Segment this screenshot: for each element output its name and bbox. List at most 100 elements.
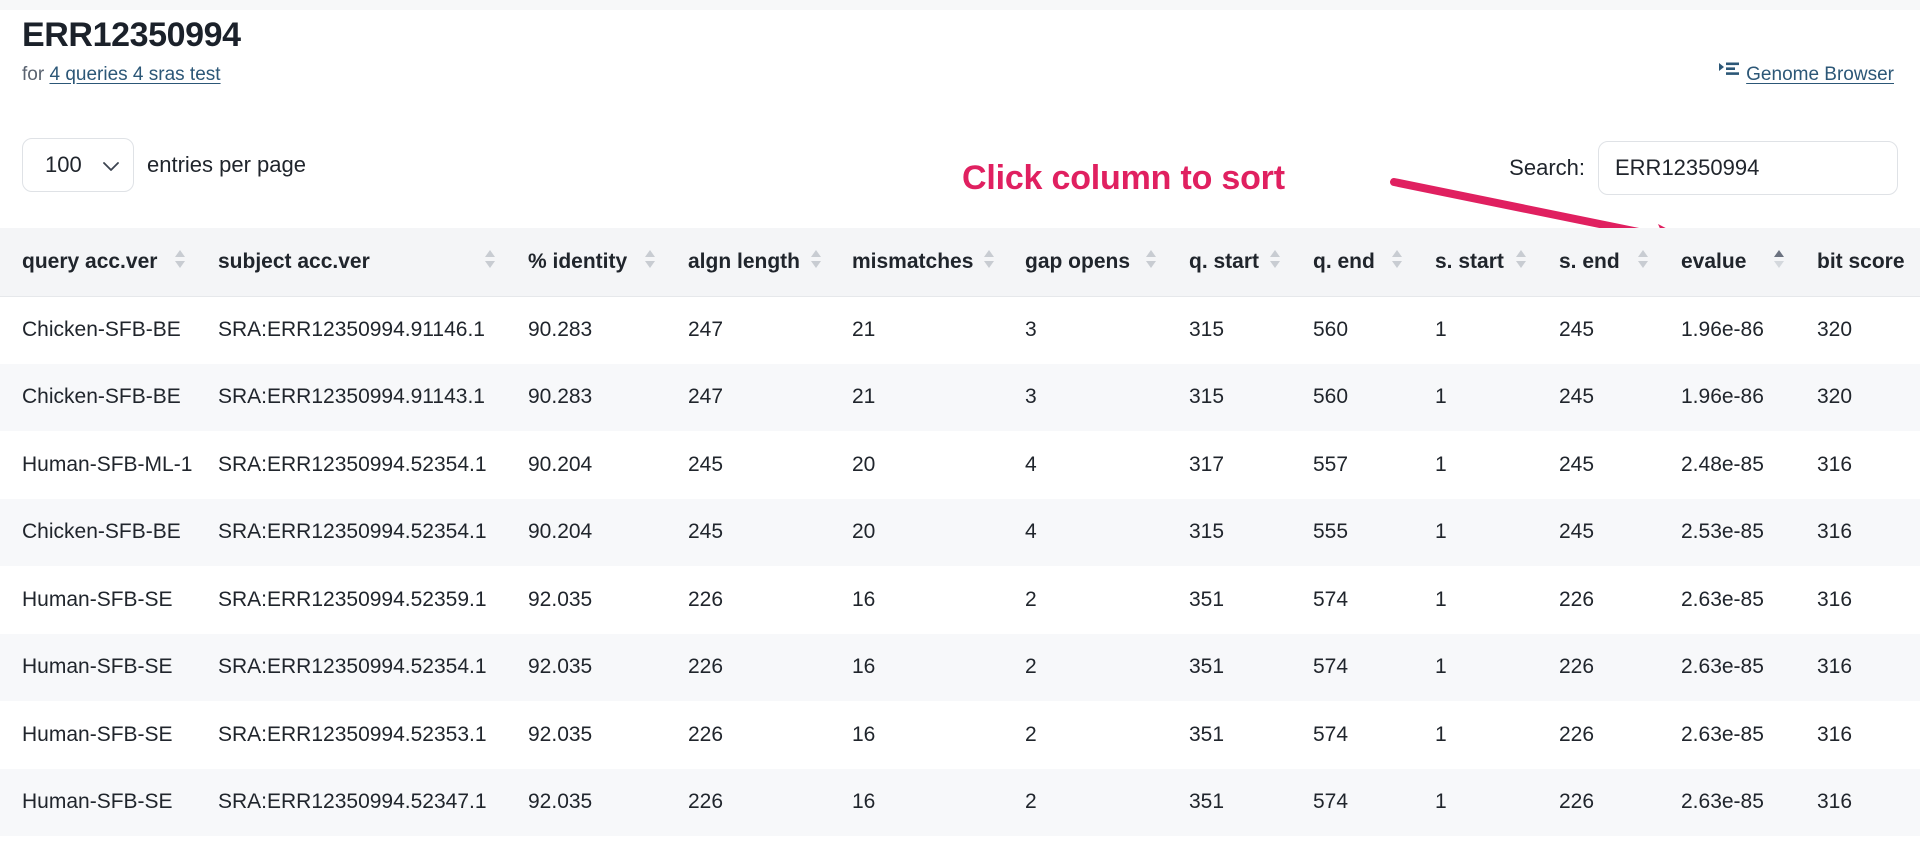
table-cell: 574 — [1313, 655, 1349, 679]
table-cell: 1.96e-86 — [1681, 385, 1764, 409]
column-header-evalue[interactable]: evalue — [1659, 228, 1795, 297]
column-header-algn-length[interactable]: algn length — [666, 228, 830, 297]
dataset-link[interactable]: 4 queries 4 sras test — [49, 64, 220, 85]
page-root: ERR12350994 for 4 queries 4 sras test Ge… — [0, 0, 1920, 847]
for-label: for — [22, 64, 45, 85]
table-cell: 2.63e-85 — [1681, 587, 1764, 611]
table-cell: 247 — [688, 385, 724, 409]
table-cell: 2.48e-85 — [1681, 452, 1764, 476]
column-header-gap-opens[interactable]: gap opens — [1003, 228, 1167, 297]
sort-icon — [644, 248, 656, 276]
search-input[interactable] — [1598, 141, 1898, 195]
table-cell: 92.035 — [528, 587, 593, 611]
table-cell: 245 — [1559, 385, 1595, 409]
table-cell: 316 — [1817, 655, 1853, 679]
table-cell: 4 — [1025, 452, 1037, 476]
sort-icon — [1637, 248, 1649, 276]
table-cell: Human-SFB-SE — [22, 587, 173, 611]
column-header-subject-acc-ver[interactable]: subject acc.ver — [196, 228, 506, 297]
table-cell: 245 — [688, 520, 724, 544]
column-header-query-acc-ver[interactable]: query acc.ver — [0, 228, 196, 297]
table-cell: 316 — [1817, 790, 1853, 814]
table-cell: 226 — [688, 587, 724, 611]
column-label: % identity — [528, 249, 628, 273]
header-subline: for 4 queries 4 sras test Genome Browser — [22, 62, 1898, 88]
table-cell: 247 — [688, 318, 724, 341]
table-cell: 2.63e-85 — [1681, 790, 1764, 814]
column-header-q-end[interactable]: q. end — [1291, 228, 1413, 297]
search-group: Search: — [1509, 141, 1898, 195]
column-header-mismatches[interactable]: mismatches — [830, 228, 1003, 297]
table-cell: 16 — [852, 790, 876, 814]
sort-icon — [1145, 248, 1157, 276]
table-row[interactable]: Human-SFB-SE SRA:ERR12350994.52354.1 92.03… — [0, 633, 1920, 701]
table-cell: 1 — [1435, 385, 1447, 409]
table-cell: 574 — [1313, 722, 1349, 746]
table-cell: 226 — [1559, 655, 1595, 679]
table-cell: SRA:ERR12350994.52354.1 — [218, 520, 487, 544]
table-row[interactable]: Chicken-SFB-BE SRA:ERR12350994.52354.1 90.… — [0, 498, 1920, 566]
table-cell: 1 — [1435, 318, 1447, 341]
column-header-s-end[interactable]: s. end — [1537, 228, 1659, 297]
results-table-head: query acc.ver subject acc.ver % identity… — [0, 228, 1920, 297]
table-cell: Chicken-SFB-BE — [22, 520, 181, 544]
table-row[interactable]: Human-SFB-ML-1 SRA:ERR12350994.52354.1 90.… — [0, 431, 1920, 499]
table-cell: 245 — [688, 452, 724, 476]
table-cell: 1 — [1435, 790, 1447, 814]
table-cell: 555 — [1313, 520, 1349, 544]
table-cell: 2 — [1025, 722, 1037, 746]
column-label: evalue — [1681, 249, 1747, 273]
column-label: gap opens — [1025, 249, 1131, 273]
column-header-s-start[interactable]: s. start — [1413, 228, 1537, 297]
table-cell: 226 — [688, 655, 724, 679]
results-table-body: Chicken-SFB-BE SRA:ERR12350994.91146.1 90.… — [0, 296, 1920, 836]
table-row[interactable]: Human-SFB-SE SRA:ERR12350994.52347.1 92.03… — [0, 768, 1920, 836]
table-cell: 1 — [1435, 452, 1447, 476]
entries-per-page-select[interactable]: 100 — [22, 138, 134, 192]
table-controls: 100 entries per page Search: — [0, 138, 1920, 200]
sort-icon-active-asc — [1773, 248, 1785, 276]
table-cell: 316 — [1817, 452, 1853, 476]
column-header-q-start[interactable]: q. start — [1167, 228, 1291, 297]
column-label: subject acc.ver — [218, 249, 370, 273]
genome-browser-link[interactable]: Genome Browser — [1719, 62, 1898, 88]
table-cell: 226 — [1559, 790, 1595, 814]
table-cell: 245 — [1559, 452, 1595, 476]
table-cell: 315 — [1189, 385, 1225, 409]
table-cell: 315 — [1189, 520, 1225, 544]
table-row[interactable]: Human-SFB-SE SRA:ERR12350994.52353.1 92.03… — [0, 701, 1920, 769]
column-header-percent-identity[interactable]: % identity — [506, 228, 666, 297]
table-cell: Chicken-SFB-BE — [22, 318, 181, 341]
column-label: s. start — [1435, 249, 1504, 273]
table-cell: 226 — [1559, 722, 1595, 746]
search-label: Search: — [1509, 155, 1585, 180]
table-row[interactable]: Chicken-SFB-BE SRA:ERR12350994.91143.1 90.… — [0, 363, 1920, 431]
table-cell: 2.63e-85 — [1681, 655, 1764, 679]
table-cell: 2.53e-85 — [1681, 520, 1764, 544]
table-cell: 20 — [852, 452, 876, 476]
sort-icon — [174, 248, 186, 276]
table-cell: 560 — [1313, 385, 1349, 409]
table-cell: 574 — [1313, 790, 1349, 814]
table-cell: 21 — [852, 385, 876, 409]
table-cell: Chicken-SFB-BE — [22, 385, 181, 409]
table-cell: 226 — [1559, 587, 1595, 611]
table-row[interactable]: Chicken-SFB-BE SRA:ERR12350994.91146.1 90.… — [0, 296, 1920, 364]
results-table-scroll[interactable]: query acc.ver subject acc.ver % identity… — [0, 228, 1920, 847]
column-header-bit-score[interactable]: bit score — [1795, 228, 1920, 297]
table-cell: 16 — [852, 722, 876, 746]
column-label: algn length — [688, 249, 800, 273]
table-cell: Human-SFB-ML-1 — [22, 452, 193, 476]
table-row[interactable]: Human-SFB-SE SRA:ERR12350994.52359.1 92.03… — [0, 566, 1920, 634]
table-cell: 92.035 — [528, 790, 593, 814]
table-cell: 16 — [852, 587, 876, 611]
table-cell: SRA:ERR12350994.52353.1 — [218, 722, 487, 746]
sort-icon — [983, 248, 995, 276]
dataset-context: for 4 queries 4 sras test — [22, 62, 221, 88]
table-cell: 317 — [1189, 452, 1225, 476]
sort-icon — [1391, 248, 1403, 276]
table-cell: 574 — [1313, 587, 1349, 611]
entries-per-page-value: 100 — [45, 152, 82, 177]
column-label: query acc.ver — [22, 249, 158, 273]
table-cell: Human-SFB-SE — [22, 655, 173, 679]
